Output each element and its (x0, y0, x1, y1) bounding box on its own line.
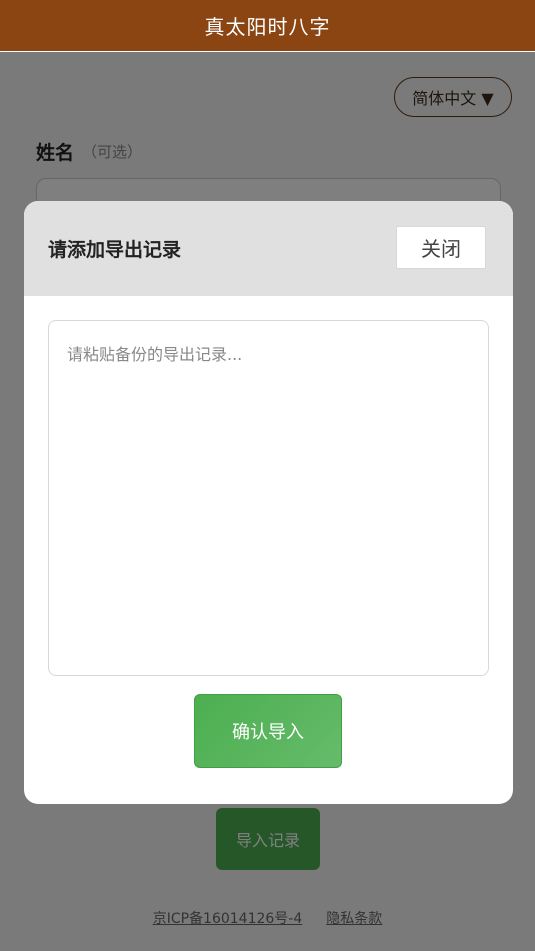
modal-title: 请添加导出记录 (48, 239, 182, 261)
page-title: 真太阳时八字 (204, 15, 331, 39)
import-modal: 请添加导出记录 关闭 确认导入 (24, 201, 513, 804)
modal-header: 请添加导出记录 关闭 (24, 201, 513, 296)
close-button[interactable]: 关闭 (396, 226, 486, 269)
import-record-textarea[interactable] (48, 320, 489, 676)
app-header: 真太阳时八字 (0, 0, 535, 52)
confirm-import-button[interactable]: 确认导入 (194, 694, 342, 768)
